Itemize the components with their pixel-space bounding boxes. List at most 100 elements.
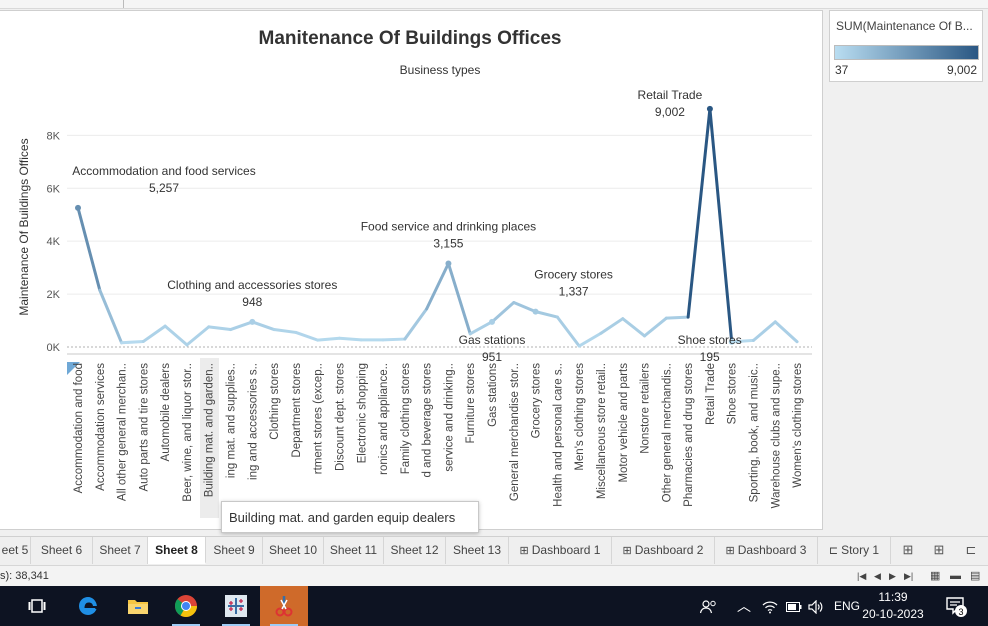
x-tick-label[interactable]: Family clothing stores xyxy=(400,363,412,474)
line-segment[interactable] xyxy=(141,324,167,343)
x-tick-label[interactable]: Automobile dealers xyxy=(160,363,172,462)
line-segment[interactable] xyxy=(577,331,603,348)
x-tick-label[interactable]: Nonstore retailers xyxy=(640,363,652,454)
x-tick-label[interactable]: ronics and appliance.. xyxy=(378,363,390,475)
new-worksheet-icon[interactable]: ⊞ xyxy=(897,541,919,559)
x-tick-label[interactable]: service and drinking.. xyxy=(443,363,455,472)
line-segment[interactable] xyxy=(425,262,450,311)
prev-sheet-icon[interactable]: ◀ xyxy=(874,566,881,586)
x-tick-label[interactable]: Other general merchandis.. xyxy=(661,363,673,502)
tab-sheet-13[interactable]: Sheet 13 xyxy=(446,537,509,564)
tab-story-1[interactable]: ⊏ Story 1 xyxy=(818,537,891,564)
x-tick-label[interactable]: General merchandise stor.. xyxy=(509,363,521,501)
line-segment[interactable] xyxy=(120,339,145,345)
x-tick-label[interactable]: Furniture stores xyxy=(465,363,477,444)
line-segment[interactable] xyxy=(512,301,538,314)
volume-icon[interactable] xyxy=(808,586,824,626)
line-segment[interactable] xyxy=(686,107,712,319)
x-tick-label[interactable]: Shoe stores xyxy=(727,363,739,425)
x-tick-label[interactable]: Auto parts and tire stores xyxy=(138,363,150,492)
line-segment[interactable] xyxy=(316,336,341,342)
data-point[interactable] xyxy=(706,105,713,112)
line-segment[interactable] xyxy=(229,320,254,332)
line-segment[interactable] xyxy=(381,337,407,342)
line-segment[interactable] xyxy=(664,315,690,320)
tab-dashboard-3[interactable]: ⊞ Dashboard 3 xyxy=(715,537,818,564)
x-tick-label[interactable]: Electronic shopping xyxy=(356,363,368,463)
next-sheet-icon[interactable]: ▶ xyxy=(889,566,896,586)
line-segment[interactable] xyxy=(294,330,320,342)
snipping-tool-icon[interactable] xyxy=(260,586,308,626)
new-story-icon[interactable]: ⊏ xyxy=(960,541,982,559)
chrome-icon[interactable] xyxy=(162,586,210,626)
x-tick-label[interactable]: Sporting, book, and music.. xyxy=(748,363,760,502)
line-segment[interactable] xyxy=(185,325,211,347)
line-chart[interactable]: Manitenance Of Buildings Offices Busines… xyxy=(0,11,822,529)
x-tick-label[interactable]: Beer, wine, and liquor stor.. xyxy=(182,363,194,502)
data-point[interactable] xyxy=(445,260,452,267)
line-segment[interactable] xyxy=(643,316,668,338)
line-segment[interactable] xyxy=(207,325,233,332)
show-sheet-sorter-icon[interactable]: ▤ xyxy=(970,566,980,586)
line-segment[interactable] xyxy=(555,315,581,348)
line-segment[interactable] xyxy=(446,262,472,336)
x-tick-label[interactable]: Accommodation services xyxy=(95,363,107,491)
people-icon[interactable] xyxy=(699,586,718,626)
x-tick-label[interactable]: Retail Trade xyxy=(705,363,717,425)
notification-icon[interactable]: 3 xyxy=(944,594,968,618)
line-segment[interactable] xyxy=(599,317,625,335)
tab-sheet-7[interactable]: Sheet 7 xyxy=(93,537,148,564)
line-segment[interactable] xyxy=(403,307,429,341)
x-axis-labels[interactable]: Accommodation and food Accommodation serv… xyxy=(73,363,804,509)
tab-sheet-10[interactable]: Sheet 10 xyxy=(263,537,324,564)
color-legend[interactable]: SUM(Maintenance Of B... 37 9,002 xyxy=(829,10,983,82)
line-segment[interactable] xyxy=(751,320,777,342)
line-segment[interactable] xyxy=(490,301,516,324)
last-sheet-icon[interactable]: ▶| xyxy=(904,566,913,586)
x-tick-label[interactable]: Clothing stores xyxy=(269,363,281,440)
first-sheet-icon[interactable]: |◀ xyxy=(857,566,866,586)
x-tick-label[interactable]: Discount dept. stores xyxy=(334,363,346,471)
line-segment[interactable] xyxy=(272,328,298,334)
line-segment[interactable] xyxy=(773,320,799,344)
x-tick-label[interactable]: Grocery stores xyxy=(531,363,543,439)
x-tick-label[interactable]: Health and personal care s.. xyxy=(552,363,564,507)
data-point[interactable] xyxy=(532,308,539,315)
x-tick-label[interactable]: All other general merchan.. xyxy=(117,363,129,501)
chevron-up-icon[interactable]: ︿ xyxy=(737,586,751,626)
task-view-icon[interactable] xyxy=(14,586,60,626)
line-segment[interactable] xyxy=(621,317,647,338)
line-segment[interactable] xyxy=(76,206,102,292)
data-point[interactable] xyxy=(75,204,81,211)
line-segment[interactable] xyxy=(468,320,494,336)
x-tick-label[interactable]: Pharmacies and drug stores xyxy=(683,363,695,507)
x-tick-label[interactable]: Gas stations xyxy=(487,363,499,427)
x-tick-label[interactable]: rtment stores (excep.. xyxy=(313,363,325,474)
tab-sheet-12[interactable]: Sheet 12 xyxy=(384,537,446,564)
line-segment[interactable] xyxy=(250,320,276,332)
show-filmstrip-icon[interactable]: ▦ xyxy=(930,566,940,586)
x-tick-label[interactable]: d and beverage stores xyxy=(422,363,434,478)
line-segment[interactable] xyxy=(534,310,559,319)
tab-dashboard-1[interactable]: ⊞ Dashboard 1 xyxy=(509,537,612,564)
show-tabs-icon[interactable]: ▬ xyxy=(950,566,961,586)
edge-browser-icon[interactable] xyxy=(64,586,112,626)
x-tick-label[interactable]: Motor vehicle and parts xyxy=(618,363,630,483)
worksheet-view[interactable]: Manitenance Of Buildings Offices Busines… xyxy=(0,10,823,533)
line-segment[interactable] xyxy=(163,324,189,347)
wifi-icon[interactable] xyxy=(762,586,778,626)
data-point[interactable] xyxy=(489,318,496,325)
x-tick-label[interactable]: Warehouse clubs and supe.. xyxy=(770,363,782,508)
data-point[interactable] xyxy=(249,318,256,325)
line-segment[interactable] xyxy=(337,336,363,342)
x-tick-label[interactable]: ing and accessories s.. xyxy=(247,363,259,480)
x-tick-label[interactable]: Men's clothing stores xyxy=(574,363,586,471)
tab-sheet-8[interactable]: Sheet 8 xyxy=(148,537,206,564)
line-segment[interactable] xyxy=(98,288,124,345)
file-explorer-icon[interactable] xyxy=(114,586,162,626)
tab-sheet-6[interactable]: Sheet 6 xyxy=(31,537,93,564)
x-tick-label[interactable]: Department stores xyxy=(291,363,303,458)
tab-sheet-9[interactable]: Sheet 9 xyxy=(206,537,263,564)
x-tick-label[interactable]: Women's clothing stores xyxy=(792,363,804,488)
new-dashboard-icon[interactable]: ⊞ xyxy=(928,541,950,559)
